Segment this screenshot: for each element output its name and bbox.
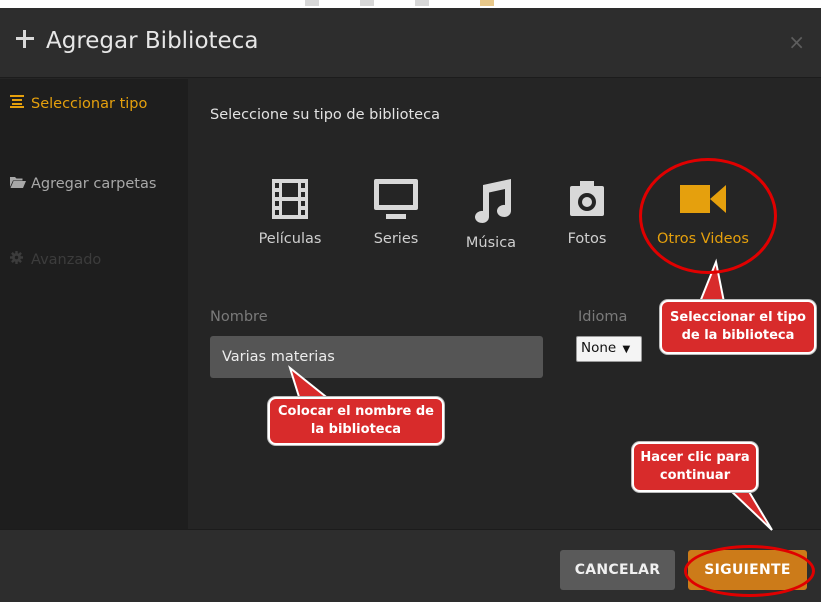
sidebar-item-label: Avanzado xyxy=(31,252,102,268)
sidebar-item-label: Agregar carpetas xyxy=(31,176,157,192)
music-note-icon xyxy=(475,179,511,223)
background-artifact xyxy=(360,0,374,6)
top-strip xyxy=(0,0,821,8)
camera-icon xyxy=(570,181,604,216)
sidebar-item-add-folders[interactable]: Agregar carpetas xyxy=(10,171,180,197)
library-type-label: Música xyxy=(465,235,517,251)
chevron-down-icon: ▼ xyxy=(622,344,631,355)
library-type-photos[interactable]: Fotos xyxy=(537,179,637,247)
highlight-ring-type xyxy=(639,158,777,274)
cancel-button[interactable]: CANCELAR xyxy=(560,550,675,590)
folder-open-icon xyxy=(10,171,26,197)
select-type-prompt: Seleccione su tipo de biblioteca xyxy=(210,107,440,123)
library-type-series[interactable]: Series xyxy=(346,179,446,247)
callout-name: Colocar el nombre de la biblioteca xyxy=(268,397,444,445)
background-artifact xyxy=(305,0,319,6)
monitor-icon xyxy=(374,179,418,219)
wizard-sidebar: Seleccionar tipo Agregar carpetas Avanza… xyxy=(0,79,188,529)
film-icon xyxy=(272,179,308,219)
dialog-header: Agregar Biblioteca × xyxy=(0,8,821,78)
library-type-label: Series xyxy=(373,231,419,247)
list-icon xyxy=(10,91,26,117)
sidebar-item-label: Seleccionar tipo xyxy=(31,96,148,112)
background-artifact xyxy=(415,0,429,6)
language-select-value: None xyxy=(581,340,617,356)
plus-icon xyxy=(14,28,36,50)
language-select[interactable]: None ▼ xyxy=(576,336,642,362)
library-type-label: Películas xyxy=(258,231,322,247)
background-artifact xyxy=(480,0,494,6)
dialog-title: Agregar Biblioteca xyxy=(46,28,259,54)
gear-icon xyxy=(10,247,26,273)
library-name-input[interactable] xyxy=(210,336,543,378)
highlight-ring-next xyxy=(684,545,815,597)
name-label: Nombre xyxy=(210,309,268,325)
sidebar-item-advanced: Avanzado xyxy=(10,247,180,273)
close-button[interactable]: × xyxy=(788,30,805,54)
library-type-label: Fotos xyxy=(567,231,607,247)
sidebar-item-select-type[interactable]: Seleccionar tipo xyxy=(10,91,180,117)
library-type-movies[interactable]: Películas xyxy=(240,179,340,247)
callout-select-type: Seleccionar el tipo de la biblioteca xyxy=(660,300,816,354)
callout-continue: Hacer clic para continuar xyxy=(632,442,758,492)
library-type-music[interactable]: Música xyxy=(441,179,541,251)
language-label: Idioma xyxy=(578,309,628,325)
